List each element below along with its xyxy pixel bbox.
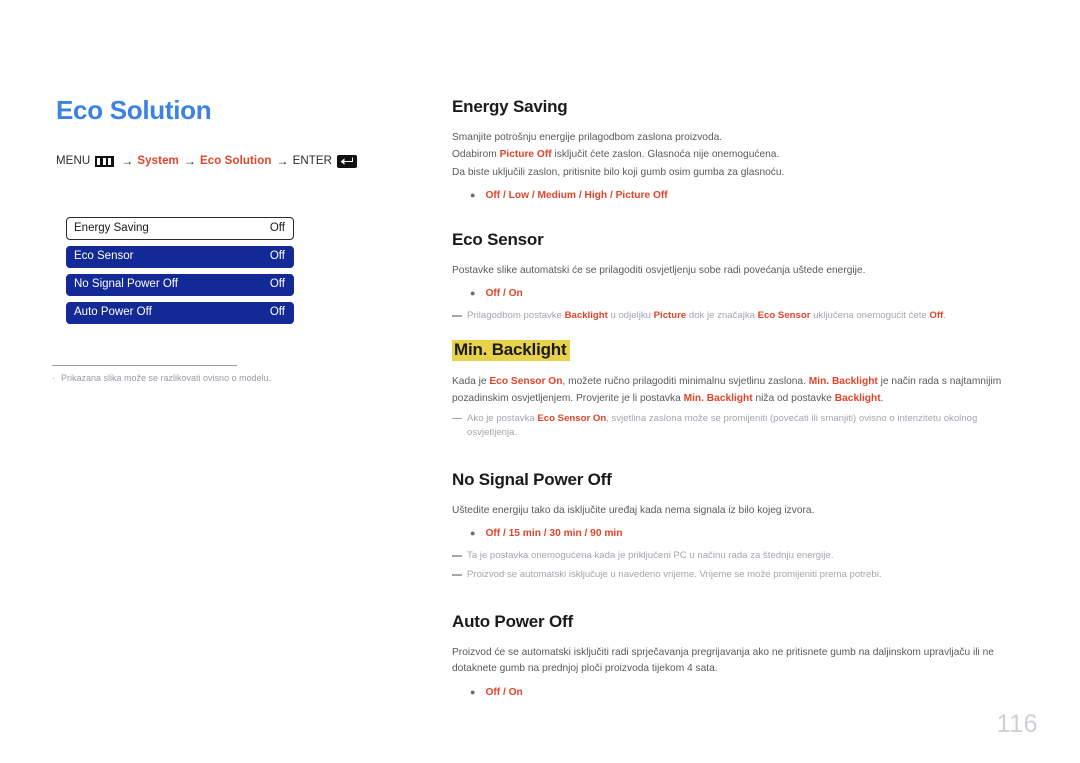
accent-picture: Picture [653, 309, 687, 321]
left-footnote: · Prikazana slika može se razlikovati ov… [52, 372, 382, 385]
osd-menu-panel: Energy Saving Off Eco Sensor Off No Sign… [66, 217, 294, 330]
list-bullet-icon: ● [470, 686, 476, 697]
eco-sensor-options-line: ● Off / On [470, 286, 1012, 302]
text-run: uključena onemogućit ćete [810, 309, 930, 321]
accent-min-backlight: Min. Backlight [808, 376, 878, 388]
note-body: Proizvod se automatski isključuje u nave… [467, 569, 882, 581]
breadcrumb-step-eco-solution: Eco Solution [200, 155, 272, 168]
text-run: Kada je [452, 376, 490, 388]
breadcrumb-arrow-3: → [276, 154, 289, 169]
eco-sensor-note: Prilagodbom postavke Backlight u odjeljk… [452, 309, 1012, 324]
accent-off: Off [929, 309, 944, 321]
no-signal-options-line: ● Off / 15 min / 30 min / 90 min [470, 526, 1012, 542]
text-run: . [880, 393, 884, 404]
section-min-backlight: Min. Backlight Kada je Eco Sensor On, mo… [452, 339, 1012, 442]
breadcrumb-arrow-1: → [121, 154, 134, 169]
osd-row-value: Off [269, 306, 285, 319]
osd-row-label: Auto Power Off [74, 306, 152, 319]
right-column: Energy Saving Smanjite potrošnju energij… [452, 97, 1012, 707]
eco-sensor-options: Off / On [485, 288, 523, 300]
text-run: dok je značajka [686, 309, 758, 321]
section-title-no-signal-power-off: No Signal Power Off [452, 470, 612, 490]
footnote-text: Prikazana slika može se razlikovati ovis… [61, 373, 272, 383]
left-note-divider [52, 365, 237, 366]
no-signal-note-2: Proizvod se automatski isključuje u nave… [452, 568, 1012, 583]
breadcrumb-step-system: System [137, 155, 179, 168]
breadcrumb-menu-label: MENU [56, 155, 91, 168]
section-title-eco-sensor: Eco Sensor [452, 229, 544, 249]
osd-row-eco-sensor[interactable]: Eco Sensor Off [66, 246, 294, 268]
manual-page: Eco Solution MENU → System → Eco Solutio… [0, 0, 1080, 763]
energy-saving-options: Off / Low / Medium / High / Picture Off [485, 190, 668, 202]
no-signal-options: Off / 15 min / 30 min / 90 min [485, 528, 623, 540]
page-number: 116 [996, 710, 1038, 738]
auto-power-off-paragraph-1: Proizvod će se automatski isključiti rad… [452, 646, 994, 675]
list-bullet-icon: ● [470, 528, 476, 539]
breadcrumb: MENU → System → Eco Solution → ENTER [56, 154, 416, 169]
section-title-min-backlight: Min. Backlight [452, 339, 571, 362]
accent-backlight: Backlight [564, 309, 608, 321]
energy-saving-paragraph-1: Smanjite potrošnju energije prilagodbom … [452, 131, 723, 143]
osd-row-energy-saving[interactable]: Energy Saving Off [66, 217, 294, 240]
left-column: Eco Solution MENU → System → Eco Solutio… [56, 96, 416, 168]
footnote-bullet: · [52, 373, 55, 383]
osd-row-value: Off [269, 278, 285, 291]
energy-saving-paragraph-2: Odabirom Picture Off isključit ćete zasl… [452, 147, 1012, 164]
page-title: Eco Solution [56, 95, 212, 125]
note-dash-icon [452, 314, 462, 317]
min-backlight-note: Ako je postavka Eco Sensor On, svjetlina… [452, 412, 1012, 442]
osd-row-auto-power-off[interactable]: Auto Power Off Off [66, 302, 294, 324]
section-energy-saving: Energy Saving Smanjite potrošnju energij… [452, 97, 1012, 204]
accent-picture-off: Picture Off [499, 149, 552, 161]
energy-saving-paragraph-3: Da biste uključili zaslon, pritisnite bi… [452, 166, 785, 178]
osd-row-no-signal-power-off[interactable]: No Signal Power Off Off [66, 274, 294, 296]
enter-return-icon [337, 154, 358, 168]
note-dash-icon [452, 555, 462, 557]
section-title-auto-power-off: Auto Power Off [452, 611, 573, 631]
breadcrumb-enter-label: ENTER [292, 155, 333, 168]
section-title-energy-saving: Energy Saving [452, 97, 568, 116]
accent-eco-sensor-on: Eco Sensor On [489, 376, 563, 388]
accent-backlight-2: Backlight [834, 393, 881, 404]
note-body: Ta je postavka onemogućena kada je prikl… [467, 550, 834, 562]
note-body: Prilagodbom postavke Backlight u odjeljk… [467, 309, 1012, 324]
text-run: niža od postavke [752, 393, 835, 404]
osd-row-value: Off [269, 250, 285, 263]
accent-eco-sensor-on-2: Eco Sensor On [537, 412, 607, 424]
text-run: Prilagodbom postavke [467, 309, 565, 321]
eco-sensor-paragraph-1: Postavke slike automatski će se prilagod… [452, 264, 866, 276]
section-auto-power-off: Auto Power Off Proizvod će se automatski… [452, 611, 1012, 701]
list-bullet-icon: ● [470, 288, 476, 299]
accent-min-backlight-2: Min. Backlight [683, 393, 753, 404]
text-run: . [943, 309, 946, 321]
note-dash-icon [452, 574, 462, 576]
note-dash-icon [452, 417, 462, 420]
section-eco-sensor: Eco Sensor Postavke slike automatski će … [452, 229, 1012, 324]
no-signal-note-1: Ta je postavka onemogućena kada je prikl… [452, 549, 1012, 564]
text-run: u odjeljku [607, 309, 654, 321]
accent-eco-sensor: Eco Sensor [757, 309, 811, 321]
menu-bars-icon [95, 155, 115, 167]
osd-row-value: Off [269, 221, 285, 234]
text-run: Ako je postavka [467, 412, 538, 424]
energy-saving-options-line: ● Off / Low / Medium / High / Picture Of… [470, 188, 1012, 204]
note-body: Ako je postavka Eco Sensor On, svjetlina… [467, 412, 1012, 442]
text-run: , možete ručno prilagoditi minimalnu svj… [562, 376, 809, 388]
section-no-signal-power-off: No Signal Power Off Uštedite energiju ta… [452, 471, 1012, 583]
text-run: isključit ćete zaslon. Glasnoća nije one… [551, 149, 780, 161]
no-signal-paragraph-1: Uštedite energiju tako da isključite ure… [452, 504, 815, 516]
auto-power-off-options: Off / On [485, 686, 523, 698]
text-run: Odabirom [452, 149, 500, 161]
min-backlight-paragraph-1: Kada je Eco Sensor On, možete ručno pril… [452, 374, 1012, 407]
breadcrumb-arrow-2: → [183, 154, 196, 169]
osd-row-label: No Signal Power Off [74, 278, 178, 291]
list-bullet-icon: ● [470, 190, 476, 201]
osd-row-label: Energy Saving [74, 221, 149, 234]
osd-row-label: Eco Sensor [74, 250, 134, 263]
auto-power-off-options-line: ● Off / On [470, 685, 1012, 701]
